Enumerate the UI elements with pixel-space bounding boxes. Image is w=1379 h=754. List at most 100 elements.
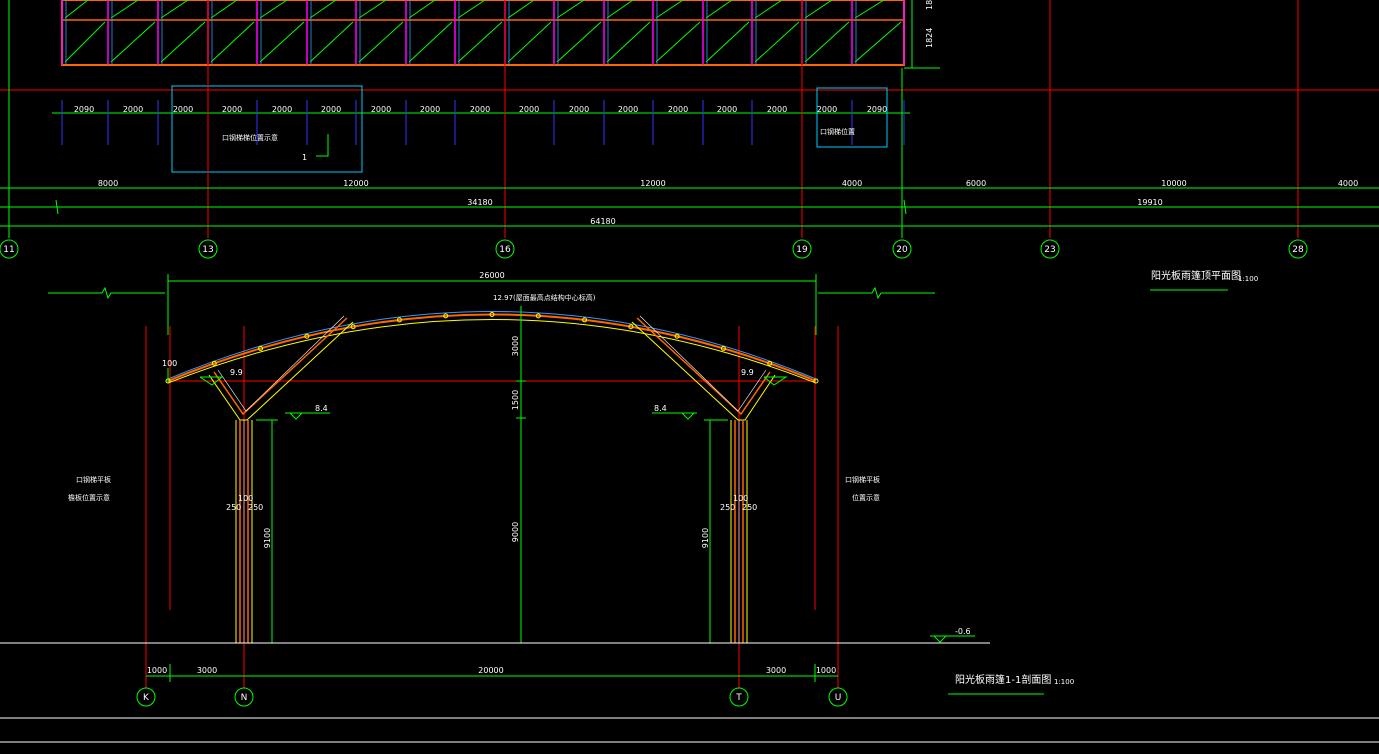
section-title: 阳光板雨篷1-1剖面图 — [955, 673, 1051, 686]
note-box-1-mark: 1 — [302, 153, 307, 162]
roof-brace — [606, 0, 634, 19]
bay-dim: 2000 — [569, 105, 589, 114]
total-dim: 19910 — [1137, 198, 1162, 207]
roof-brace — [754, 0, 783, 19]
bay-dim: 2000 — [123, 105, 143, 114]
roof-brace — [705, 21, 750, 63]
cad-drawing-canvas: 1824 180 2090 2000 2000 2000 2000 2000 2… — [0, 0, 1379, 743]
column-right-size: 250 — [720, 503, 735, 512]
roof-brace — [606, 21, 651, 63]
bay-dim: 2000 — [173, 105, 193, 114]
column-height-left: 9100 — [263, 528, 272, 548]
axis-label: 20 — [896, 245, 908, 255]
roof-brace — [408, 21, 453, 63]
arch-bottom-chord — [167, 319, 817, 384]
roof-frame — [61, 0, 905, 66]
bay-dim: 2000 — [222, 105, 242, 114]
bottom-dim: 1000 — [816, 666, 836, 675]
bay-dim: 2000 — [470, 105, 490, 114]
roof-brace — [655, 0, 684, 19]
left-note: 口钢梯平板 — [76, 475, 111, 484]
span-dim: 4000 — [1338, 179, 1358, 188]
roof-brace — [110, 0, 139, 19]
roof-brace — [507, 21, 552, 63]
roof-plan: 1824 180 2090 2000 2000 2000 2000 2000 2… — [0, 0, 1379, 291]
bay-dim: 2000 — [420, 105, 440, 114]
roof-brace — [556, 0, 585, 19]
column-height-right: 9100 — [701, 528, 710, 548]
roof-brace — [309, 21, 354, 63]
axis-label: 11 — [3, 245, 14, 255]
slope-right: 9.9 — [741, 368, 754, 377]
slope-left: 9.9 — [230, 368, 243, 377]
rise-label: 3000 — [511, 336, 520, 356]
span-dim: 12000 — [640, 179, 665, 188]
roof-brace — [259, 0, 288, 19]
axis-label: 19 — [796, 245, 808, 255]
roof-brace — [64, 21, 106, 63]
roof-brace — [160, 21, 206, 63]
total-dim: 34180 — [467, 198, 492, 207]
axis-label: 13 — [202, 245, 213, 255]
bottom-dim: 3000 — [197, 666, 217, 675]
note-box-2-text: 口钢梯位置 — [820, 127, 855, 136]
left-note: 檐板位置示意 — [68, 493, 110, 502]
roof-brace — [457, 21, 503, 63]
bay-dim: 2000 — [321, 105, 341, 114]
roof-brace — [110, 21, 156, 63]
right-note: 口钢梯平板 — [845, 475, 880, 484]
bay-dim: 2000 — [817, 105, 837, 114]
axis-label: 28 — [1292, 245, 1304, 255]
roof-brace — [705, 0, 733, 19]
column-left-size: 250 — [248, 503, 263, 512]
axis-label: N — [241, 693, 248, 703]
plan-axis-bubbles: 11 13 16 19 20 23 28 — [0, 239, 1308, 259]
bottom-dim: 3000 — [766, 666, 786, 675]
arch-top-chord — [167, 313, 817, 382]
roof-brace — [64, 0, 89, 19]
note-box-1-text: 口钢梯梯位置示意 — [222, 133, 278, 142]
roof-brace — [358, 21, 404, 63]
roof-brace — [655, 21, 701, 63]
axis-label: T — [735, 693, 742, 703]
roof-brace — [804, 0, 833, 19]
ground-elev: -0.6 — [955, 627, 971, 636]
note-box-1-leader — [316, 134, 329, 157]
bay-dim: 2090 — [867, 105, 887, 114]
roof-brace — [854, 21, 902, 63]
bottom-dim: 20000 — [478, 666, 503, 675]
overall-dim: 64180 — [590, 217, 615, 226]
side-dim-label: 1824 — [925, 28, 934, 48]
roof-brace — [804, 21, 850, 63]
apex-label: 12.97(屋面最高点结构中心标高) — [493, 293, 596, 302]
bay-dim: 2000 — [519, 105, 539, 114]
axis-label: K — [143, 693, 150, 703]
span-dim: 12000 — [343, 179, 368, 188]
roof-brace — [556, 21, 602, 63]
bay-dim: 2090 — [74, 105, 94, 114]
roof-brace — [408, 0, 436, 19]
bay-dim: 2000 — [618, 105, 638, 114]
roof-brace — [309, 0, 337, 19]
section-1-1: 26000 12.97(屋面最高点结构中心标高) 3000 1500 9000 … — [0, 271, 1074, 707]
bay-dim: 2000 — [272, 105, 292, 114]
bay-dim: 2000 — [668, 105, 688, 114]
axis-label: 23 — [1044, 245, 1055, 255]
roof-bays — [61, 0, 905, 65]
arch-panel-line — [167, 311, 817, 380]
axis-label: U — [835, 693, 842, 703]
break-line-right — [818, 286, 935, 300]
note-box-1 — [171, 85, 363, 173]
roof-brace — [210, 21, 255, 63]
roof-brace — [259, 21, 305, 63]
column-left — [235, 420, 253, 643]
plan-title: 阳光板雨篷顶平面图 — [1151, 269, 1241, 282]
roof-brace — [754, 21, 800, 63]
roof-brace — [457, 0, 486, 19]
bay-dim: 2000 — [717, 105, 737, 114]
column-right-size: 100 — [733, 494, 748, 503]
column-left-size: 100 — [238, 494, 253, 503]
eave-mark: 100 — [162, 359, 177, 368]
axis-label: 16 — [499, 245, 511, 255]
top-dim-label: 180 — [925, 0, 934, 10]
